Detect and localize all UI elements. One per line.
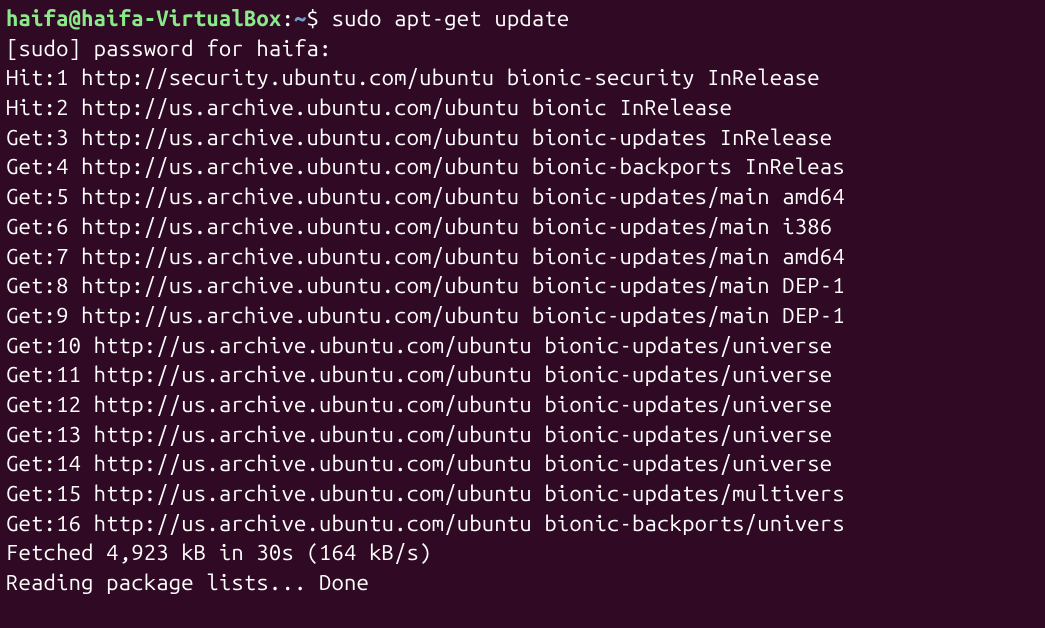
prompt-symbol: $ — [307, 6, 332, 31]
output-line: Reading package lists... Done — [6, 568, 1039, 598]
output-line: Get:9 http://us.archive.ubuntu.com/ubunt… — [6, 301, 1039, 331]
output-line: Get:8 http://us.archive.ubuntu.com/ubunt… — [6, 271, 1039, 301]
terminal-output[interactable]: haifa@haifa-VirtualBox:~$ sudo apt-get u… — [6, 4, 1039, 598]
prompt-user-host: haifa@haifa-VirtualBox — [6, 6, 281, 31]
output-line: Get:12 http://us.archive.ubuntu.com/ubun… — [6, 390, 1039, 420]
output-line: Get:14 http://us.archive.ubuntu.com/ubun… — [6, 449, 1039, 479]
output-line: Get:15 http://us.archive.ubuntu.com/ubun… — [6, 479, 1039, 509]
output-line: Hit:2 http://us.archive.ubuntu.com/ubunt… — [6, 93, 1039, 123]
output-line: Get:13 http://us.archive.ubuntu.com/ubun… — [6, 420, 1039, 450]
output-line: Get:11 http://us.archive.ubuntu.com/ubun… — [6, 360, 1039, 390]
output-line: Get:3 http://us.archive.ubuntu.com/ubunt… — [6, 123, 1039, 153]
output-line: [sudo] password for haifa: — [6, 34, 1039, 64]
output-line: Fetched 4,923 kB in 30s (164 kB/s) — [6, 538, 1039, 568]
output-line: Get:4 http://us.archive.ubuntu.com/ubunt… — [6, 152, 1039, 182]
output-line: Get:16 http://us.archive.ubuntu.com/ubun… — [6, 509, 1039, 539]
output-line: Get:6 http://us.archive.ubuntu.com/ubunt… — [6, 212, 1039, 242]
output-line: Get:5 http://us.archive.ubuntu.com/ubunt… — [6, 182, 1039, 212]
output-line: Get:10 http://us.archive.ubuntu.com/ubun… — [6, 331, 1039, 361]
output-line: Get:7 http://us.archive.ubuntu.com/ubunt… — [6, 242, 1039, 272]
prompt-line: haifa@haifa-VirtualBox:~$ sudo apt-get u… — [6, 4, 1039, 34]
output-line: Hit:1 http://security.ubuntu.com/ubuntu … — [6, 63, 1039, 93]
prompt-path: ~ — [294, 6, 307, 31]
command-text: sudo apt-get update — [332, 6, 570, 31]
prompt-separator: : — [281, 6, 294, 31]
